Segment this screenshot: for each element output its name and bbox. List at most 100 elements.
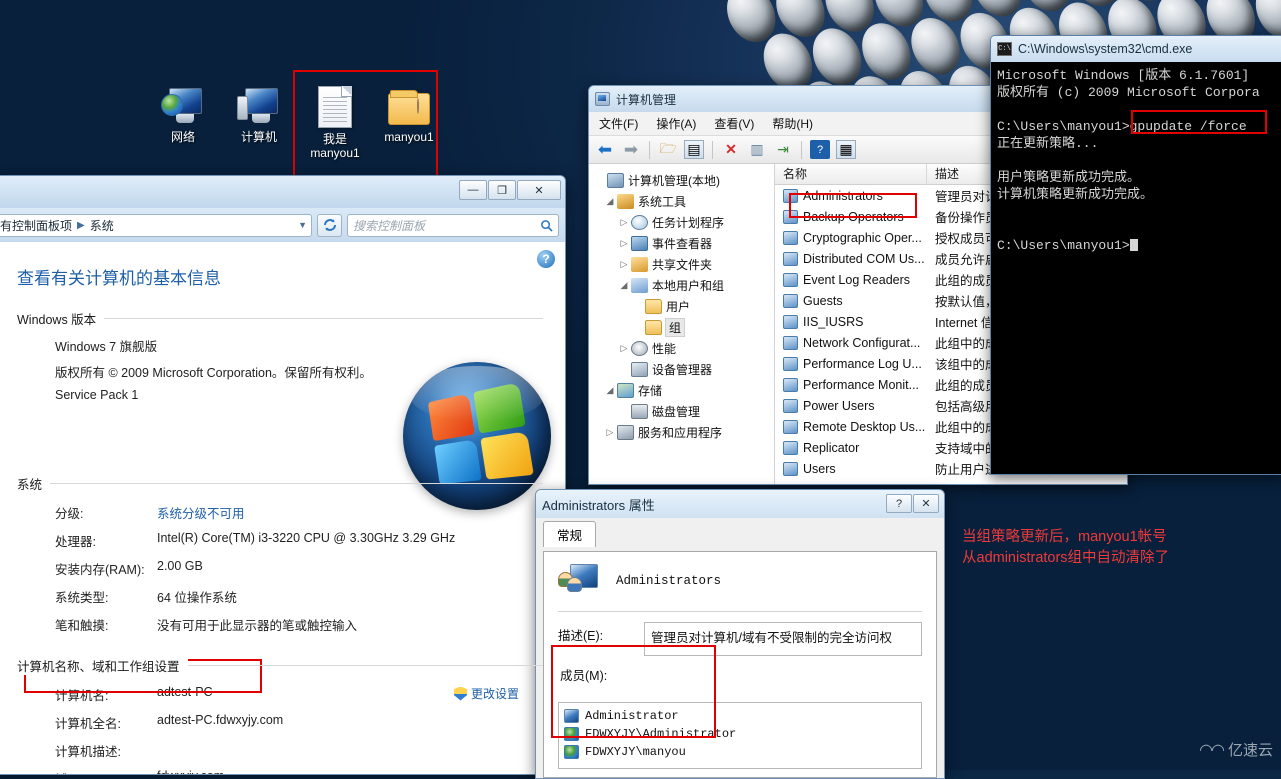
user-folder-icon [388, 90, 430, 126]
change-settings-link[interactable]: 更改设置 [453, 685, 519, 702]
desktop-icon-computer[interactable]: 计算机 [222, 88, 296, 144]
cmd-line: 版权所有 (c) 2009 Microsoft Corpora [997, 85, 1260, 100]
export-icon[interactable]: ⇥ [773, 140, 793, 159]
cmd-line: 用户策略更新成功完成。 [997, 170, 1141, 185]
search-input[interactable]: 搜索控制面板 [347, 213, 559, 237]
tree-item-groups[interactable]: 组 [593, 317, 774, 338]
list-item[interactable]: Administrator [564, 707, 916, 725]
twisty-icon[interactable]: ▷ [617, 343, 631, 354]
tab-panel-general: Administrators 描述(E): 管理员对计算机/域有不受限制的完全访… [543, 551, 937, 778]
table-row: 计算机全名: adtest-PC.fdwxyjy.com [17, 713, 543, 732]
list-item[interactable]: FDWXYJY\Administrator [564, 725, 916, 743]
row-value[interactable]: 系统分级不可用 [157, 503, 245, 522]
help-button[interactable]: ? [886, 494, 912, 513]
group-icon [783, 272, 798, 287]
twisty-icon[interactable]: ◢ [617, 280, 631, 291]
system-window-navbar: 有控制面板项 ▶ 系统 ▼ 搜索控制面板 [0, 208, 565, 242]
section-title: Windows 版本 [17, 309, 105, 328]
row-label: 处理器: [55, 535, 96, 549]
menu-item-file[interactable]: 文件(F) [599, 115, 638, 132]
chevron-down-icon[interactable]: ▼ [298, 220, 307, 230]
tree-item-event-viewer[interactable]: ▷ 事件查看器 [593, 233, 774, 254]
close-button[interactable]: ✕ [517, 180, 561, 200]
members-label: 成员(M): [560, 669, 608, 683]
twisty-icon[interactable]: ▷ [617, 217, 631, 228]
computer-icon [237, 88, 281, 126]
properties-dialog-body: 常规 Administrators 描述(E): 管理员对计算机/域有不受限制的… [536, 518, 944, 778]
list-item[interactable]: FDWXYJY\manyou [564, 743, 916, 761]
back-arrow-icon[interactable]: ⬅ [595, 140, 615, 159]
twisty-icon[interactable]: ▷ [617, 259, 631, 270]
minimize-button[interactable]: — [459, 180, 487, 200]
properties-icon[interactable]: ▥ [747, 140, 767, 159]
menu-item-action[interactable]: 操作(A) [656, 115, 696, 132]
breadcrumb-item-1[interactable]: 有控制面板项 [0, 217, 72, 234]
windows-edition-line: Windows 7 旗舰版 [55, 340, 158, 354]
folder-icon [645, 320, 662, 335]
tree-item-users[interactable]: 用户 [593, 296, 774, 317]
cmd-line: 计算机策略更新成功完成。 [997, 187, 1154, 202]
tree-item-shared-folders[interactable]: ▷ 共享文件夹 [593, 254, 774, 275]
desktop-icon-label: manyou1 [384, 130, 434, 144]
show-pane-icon[interactable]: ▤ [684, 140, 704, 159]
twisty-icon[interactable]: ▷ [617, 238, 631, 249]
help-icon[interactable]: ? [810, 140, 830, 159]
tree-item-label: 共享文件夹 [652, 258, 713, 272]
tree-item-performance[interactable]: ▷ 性能 [593, 338, 774, 359]
breadcrumb-item-2[interactable]: 系统 [90, 217, 114, 234]
table-row: 笔和触摸: 没有可用于此显示器的笔或触控输入 [17, 615, 543, 634]
cmd-line: C:\Users\manyou1>gpupdate /force [997, 119, 1247, 134]
section-system: 系统 [17, 474, 543, 494]
up-folder-icon[interactable]: 🗁 [658, 140, 678, 159]
twisty-icon[interactable]: ▷ [603, 427, 617, 438]
table-row: 计算机描述: [17, 741, 543, 760]
close-button[interactable]: ✕ [913, 494, 939, 513]
tree-item-local-users-groups[interactable]: ◢ 本地用户和组 [593, 275, 774, 296]
desktop-icon-network[interactable]: 网络 [146, 88, 220, 144]
tab-general[interactable]: 常规 [543, 521, 597, 547]
desktop-icon-text-file[interactable]: 我是 manyou1 [298, 86, 372, 160]
group-icon [783, 440, 798, 455]
tree-item-disk-management[interactable]: 磁盘管理 [593, 401, 774, 422]
cmd-console-output[interactable]: Microsoft Windows [版本 6.1.7601] 版权所有 (c)… [991, 62, 1281, 474]
group-name: Administrators [803, 188, 883, 203]
tree-item-task-scheduler[interactable]: ▷ 任务计划程序 [593, 212, 774, 233]
users-icon [631, 278, 648, 293]
tree-item-computer-management[interactable]: 计算机管理(本地) [593, 170, 774, 191]
member-name: Administrator [585, 709, 679, 723]
refresh-button[interactable] [317, 213, 342, 237]
properties-dialog-titlebar[interactable]: Administrators 属性 ? ✕ [536, 490, 944, 518]
member-name: FDWXYJY\manyou [585, 745, 686, 759]
services-icon [617, 425, 634, 440]
tree-item-system-tools[interactable]: ◢ 系统工具 [593, 191, 774, 212]
help-icon[interactable]: ? [537, 250, 555, 268]
section-title: 计算机名称、域和工作组设置 [17, 656, 188, 675]
maximize-button[interactable]: ❐ [488, 180, 516, 200]
members-listbox[interactable]: Administrator FDWXYJY\Administrator FDWX… [558, 702, 922, 769]
column-header-name[interactable]: 名称 [775, 164, 927, 185]
group-name: Cryptographic Oper... [803, 230, 922, 245]
window-title: C:\Windows\system32\cmd.exe [1018, 42, 1193, 56]
desktop-icon-label-line1: 我是 [322, 132, 347, 146]
tree-item-services-applications[interactable]: ▷ 服务和应用程序 [593, 422, 774, 443]
twisty-icon[interactable]: ◢ [603, 196, 617, 207]
group-header: Administrators [558, 564, 922, 598]
tree-item-device-manager[interactable]: 设备管理器 [593, 359, 774, 380]
tree-item-storage[interactable]: ◢ 存储 [593, 380, 774, 401]
desktop-icon-user-folder[interactable]: manyou1 [372, 90, 446, 144]
view-icon[interactable]: ▦ [836, 140, 856, 159]
description-field[interactable]: 管理员对计算机/域有不受限制的完全访问权 [644, 622, 922, 656]
desktop-icon-label: 计算机 [240, 130, 277, 144]
table-row: 安装内存(RAM): 2.00 GB [17, 559, 543, 578]
forward-arrow-icon[interactable]: ➡ [621, 140, 641, 159]
tree-item-label: 设备管理器 [652, 363, 713, 377]
cmd-line: 正在更新策略... [997, 136, 1099, 151]
cmd-titlebar[interactable]: C:\ C:\Windows\system32\cmd.exe [991, 36, 1281, 62]
menu-item-view[interactable]: 查看(V) [714, 115, 754, 132]
twisty-icon[interactable]: ◢ [603, 385, 617, 396]
address-bar[interactable]: 有控制面板项 ▶ 系统 ▼ [0, 213, 312, 237]
computer-management-icon [595, 92, 610, 106]
delete-icon[interactable]: ✕ [721, 140, 741, 159]
system-window-titlebar[interactable]: — ❐ ✕ [0, 176, 565, 208]
menu-item-help[interactable]: 帮助(H) [772, 115, 813, 132]
